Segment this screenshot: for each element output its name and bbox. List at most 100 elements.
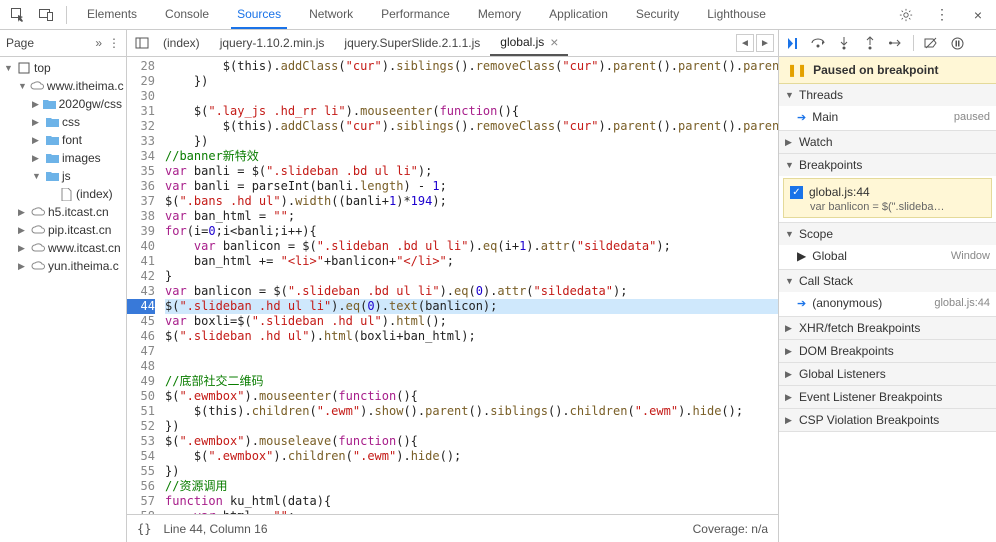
section-header-global-listeners[interactable]: ▶Global Listeners (779, 363, 996, 385)
section-header-threads[interactable]: ▼Threads (779, 84, 996, 106)
tab-memory[interactable]: Memory (472, 1, 527, 28)
code-line[interactable]: function ku_html(data){ (165, 494, 778, 509)
code-line[interactable]: var ban_html = ""; (165, 209, 778, 224)
file-tab[interactable]: global.js× (490, 30, 568, 56)
section-header-event-listener-breakpoints[interactable]: ▶Event Listener Breakpoints (779, 386, 996, 408)
code-line[interactable]: }) (165, 419, 778, 434)
tree-item[interactable]: (index) (0, 185, 126, 203)
history-back-icon[interactable]: ◄ (736, 34, 754, 52)
tab-sources[interactable]: Sources (231, 1, 287, 29)
line-number[interactable]: 29 (127, 74, 155, 89)
section-header-dom-breakpoints[interactable]: ▶DOM Breakpoints (779, 340, 996, 362)
settings-icon[interactable] (892, 2, 920, 28)
line-number[interactable]: 55 (127, 464, 155, 479)
line-number[interactable]: 52 (127, 419, 155, 434)
section-header-scope[interactable]: ▼Scope (779, 223, 996, 245)
tab-security[interactable]: Security (630, 1, 685, 28)
code-line[interactable]: $(this).children(".ewm").show().parent()… (165, 404, 778, 419)
line-number[interactable]: 36 (127, 179, 155, 194)
code-line[interactable]: $(".ewmbox").mouseleave(function(){ (165, 434, 778, 449)
line-number[interactable]: 48 (127, 359, 155, 374)
line-number[interactable]: 42 (127, 269, 155, 284)
code-line[interactable]: $(this).addClass("cur").siblings().remov… (165, 59, 778, 74)
tree-item[interactable]: ▶images (0, 149, 126, 167)
code-line[interactable]: var banlicon = $(".slideban .bd ul li").… (165, 284, 778, 299)
step-icon[interactable] (887, 34, 905, 52)
line-number[interactable]: 34 (127, 149, 155, 164)
line-number[interactable]: 51 (127, 404, 155, 419)
step-into-icon[interactable] (835, 34, 853, 52)
tab-network[interactable]: Network (303, 1, 359, 28)
code-line[interactable]: $(".slideban .hd ul li").eq(0).text(banl… (165, 299, 778, 314)
tree-item[interactable]: ▼js (0, 167, 126, 185)
line-number[interactable]: 40 (127, 239, 155, 254)
history-forward-icon[interactable]: ► (756, 34, 774, 52)
code-line[interactable]: var banli = parseInt(banli.length) - 1; (165, 179, 778, 194)
line-number[interactable]: 57 (127, 494, 155, 509)
tab-console[interactable]: Console (159, 1, 215, 28)
code-line[interactable]: var banli = $(".slideban .bd ul li"); (165, 164, 778, 179)
code-line[interactable] (165, 344, 778, 359)
code-line[interactable]: //banner新特效 (165, 149, 778, 164)
line-number[interactable]: 31 (127, 104, 155, 119)
code-line[interactable]: //资源调用 (165, 479, 778, 494)
code-line[interactable] (165, 89, 778, 104)
line-number[interactable]: 53 (127, 434, 155, 449)
line-number[interactable]: 46 (127, 329, 155, 344)
code-line[interactable]: $(".slideban .hd ul").html(boxli+ban_htm… (165, 329, 778, 344)
toggle-navigator-icon[interactable] (131, 30, 153, 56)
tree-item[interactable]: ▶css (0, 113, 126, 131)
tree-item[interactable]: ▼top (0, 59, 126, 77)
breakpoint-item[interactable]: ✓global.js:44 (790, 183, 985, 201)
code-line[interactable]: var boxli=$(".slideban .hd ul").html(); (165, 314, 778, 329)
line-number[interactable]: 35 (127, 164, 155, 179)
code-line[interactable]: //底部社交二维码 (165, 374, 778, 389)
more-tabs-icon[interactable]: » (95, 36, 102, 50)
resume-icon[interactable] (783, 34, 801, 52)
file-tab[interactable]: (index) (153, 30, 210, 56)
device-toggle-icon[interactable] (32, 2, 60, 28)
line-number[interactable]: 41 (127, 254, 155, 269)
tree-item[interactable]: ▼www.itheima.c (0, 77, 126, 95)
code-line[interactable]: $(".bans .hd ul").width((banli+1)*194); (165, 194, 778, 209)
tree-item[interactable]: ▶yun.itheima.c (0, 257, 126, 275)
code-editor[interactable]: 2829303132333435363738394041424344454647… (127, 57, 778, 514)
code-line[interactable]: }) (165, 134, 778, 149)
line-number[interactable]: 37 (127, 194, 155, 209)
code-line[interactable]: $(this).addClass("cur").siblings().remov… (165, 119, 778, 134)
more-icon[interactable]: ⋮ (928, 2, 956, 28)
inspect-element-icon[interactable] (4, 2, 32, 28)
line-number[interactable]: 49 (127, 374, 155, 389)
code-line[interactable]: } (165, 269, 778, 284)
file-tab[interactable]: jquery-1.10.2.min.js (210, 30, 335, 56)
code-line[interactable]: ban_html += "<li>"+banlicon+"</li>"; (165, 254, 778, 269)
tree-item[interactable]: ▶h5.itcast.cn (0, 203, 126, 221)
line-number[interactable]: 50 (127, 389, 155, 404)
tree-item[interactable]: ▶2020gw/css (0, 95, 126, 113)
line-number[interactable]: 44 (127, 299, 155, 314)
tab-application[interactable]: Application (543, 1, 614, 28)
scope-row[interactable]: ▶GlobalWindow (797, 247, 990, 265)
code-line[interactable]: $(".ewmbox").mouseenter(function(){ (165, 389, 778, 404)
line-number[interactable]: 32 (127, 119, 155, 134)
tree-item[interactable]: ▶pip.itcast.cn (0, 221, 126, 239)
line-number[interactable]: 45 (127, 314, 155, 329)
code-line[interactable]: $(".ewmbox").children(".ewm").hide(); (165, 449, 778, 464)
tab-lighthouse[interactable]: Lighthouse (701, 1, 772, 28)
close-tab-icon[interactable]: × (550, 34, 558, 50)
step-out-icon[interactable] (861, 34, 879, 52)
code-line[interactable]: for(i=0;i<banli;i++){ (165, 224, 778, 239)
line-number[interactable]: 39 (127, 224, 155, 239)
code-line[interactable] (165, 359, 778, 374)
checkbox-icon[interactable]: ✓ (790, 186, 803, 199)
tab-performance[interactable]: Performance (375, 1, 456, 28)
code-area[interactable]: $(this).addClass("cur").siblings().remov… (161, 57, 778, 514)
section-header-watch[interactable]: ▶Watch (779, 131, 996, 153)
file-tab[interactable]: jquery.SuperSlide.2.1.1.js (334, 30, 490, 56)
sidebar-more-icon[interactable]: ⋮ (108, 36, 120, 50)
line-number[interactable]: 38 (127, 209, 155, 224)
step-over-icon[interactable] (809, 34, 827, 52)
pretty-print-icon[interactable]: {} (137, 522, 151, 536)
callstack-row[interactable]: ➔(anonymous)global.js:44 (797, 294, 990, 312)
code-line[interactable]: $(".lay_js .hd_rr li").mouseenter(functi… (165, 104, 778, 119)
